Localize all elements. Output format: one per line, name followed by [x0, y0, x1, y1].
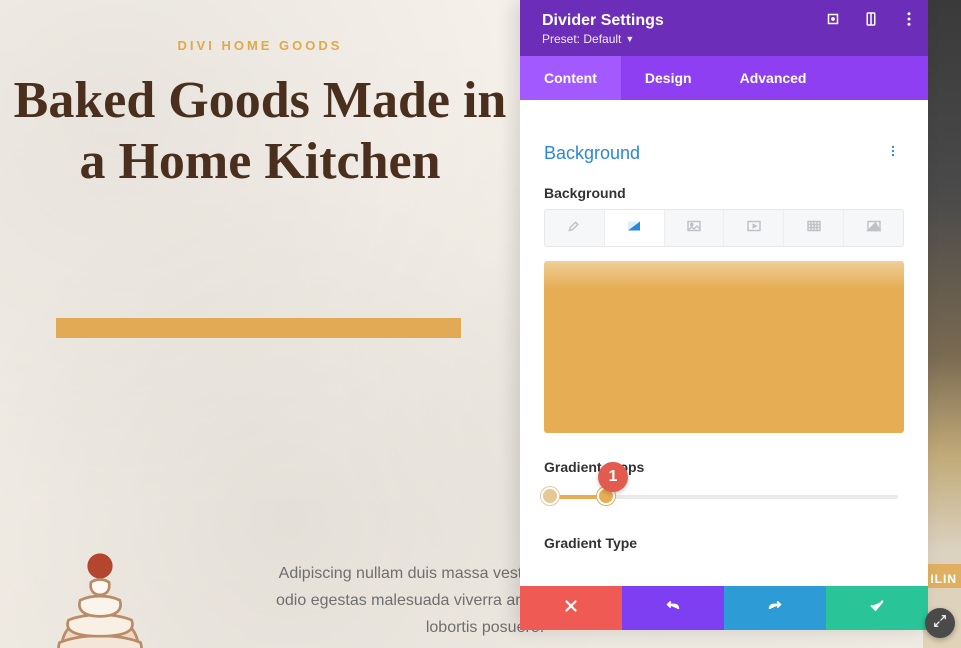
panel-header[interactable]: Divider Settings Preset: Default ▼	[520, 0, 928, 56]
undo-button[interactable]	[622, 586, 724, 630]
eyebrow-text: DIVI HOME GOODS	[0, 38, 520, 53]
mask-icon	[865, 217, 883, 240]
cancel-button[interactable]	[520, 586, 622, 630]
preset-label: Preset: Default	[542, 32, 621, 46]
close-icon	[562, 597, 580, 620]
redo-button[interactable]	[724, 586, 826, 630]
bg-tab-image[interactable]	[665, 210, 725, 246]
panel-tabs: Content Design Advanced	[520, 56, 928, 100]
gradient-type-label: Gradient Type	[544, 535, 904, 551]
cupcake-illustration	[10, 530, 190, 648]
page-headline: Baked Goods Made in a Home Kitchen	[0, 70, 520, 193]
image-icon	[685, 217, 703, 240]
annotation-step-1: 1	[598, 462, 628, 492]
bg-tab-mask[interactable]	[844, 210, 903, 246]
panel-action-bar	[520, 586, 928, 630]
save-button[interactable]	[826, 586, 928, 630]
tab-advanced[interactable]: Advanced	[716, 56, 831, 100]
divider-module[interactable]	[56, 318, 461, 338]
video-icon	[745, 217, 763, 240]
section-title-background[interactable]: Background	[544, 143, 640, 164]
chevron-down-icon: ▼	[625, 34, 634, 44]
preset-selector[interactable]: Preset: Default ▼	[542, 32, 634, 46]
paint-icon	[565, 217, 583, 240]
pattern-icon	[805, 217, 823, 240]
tab-design[interactable]: Design	[621, 56, 716, 100]
right-strip-label: ILIN	[930, 572, 957, 586]
background-type-tabs	[544, 209, 904, 247]
bg-tab-color[interactable]	[545, 210, 605, 246]
decorative-right-strip	[923, 0, 961, 648]
field-label-background: Background	[544, 185, 904, 201]
gradient-stop-handle-1[interactable]	[541, 487, 559, 505]
section-more-icon[interactable]	[882, 140, 904, 167]
divider-settings-panel: Divider Settings Preset: Default ▼ Conte…	[520, 0, 928, 630]
bg-tab-pattern[interactable]	[784, 210, 844, 246]
expand-diagonal-icon	[933, 614, 947, 633]
redo-icon	[766, 597, 784, 620]
undo-icon	[664, 597, 682, 620]
tab-content[interactable]: Content	[520, 56, 621, 100]
gradient-preview[interactable]	[544, 261, 904, 433]
responsive-icon[interactable]	[862, 10, 880, 28]
more-vertical-icon[interactable]	[900, 10, 918, 28]
check-icon	[868, 597, 886, 620]
resize-fab[interactable]	[925, 608, 955, 638]
bg-tab-gradient[interactable]	[605, 210, 665, 246]
bg-tab-video[interactable]	[724, 210, 784, 246]
gradient-stops-slider[interactable]	[550, 487, 898, 507]
expand-icon[interactable]	[824, 10, 842, 28]
gradient-icon	[625, 217, 643, 240]
